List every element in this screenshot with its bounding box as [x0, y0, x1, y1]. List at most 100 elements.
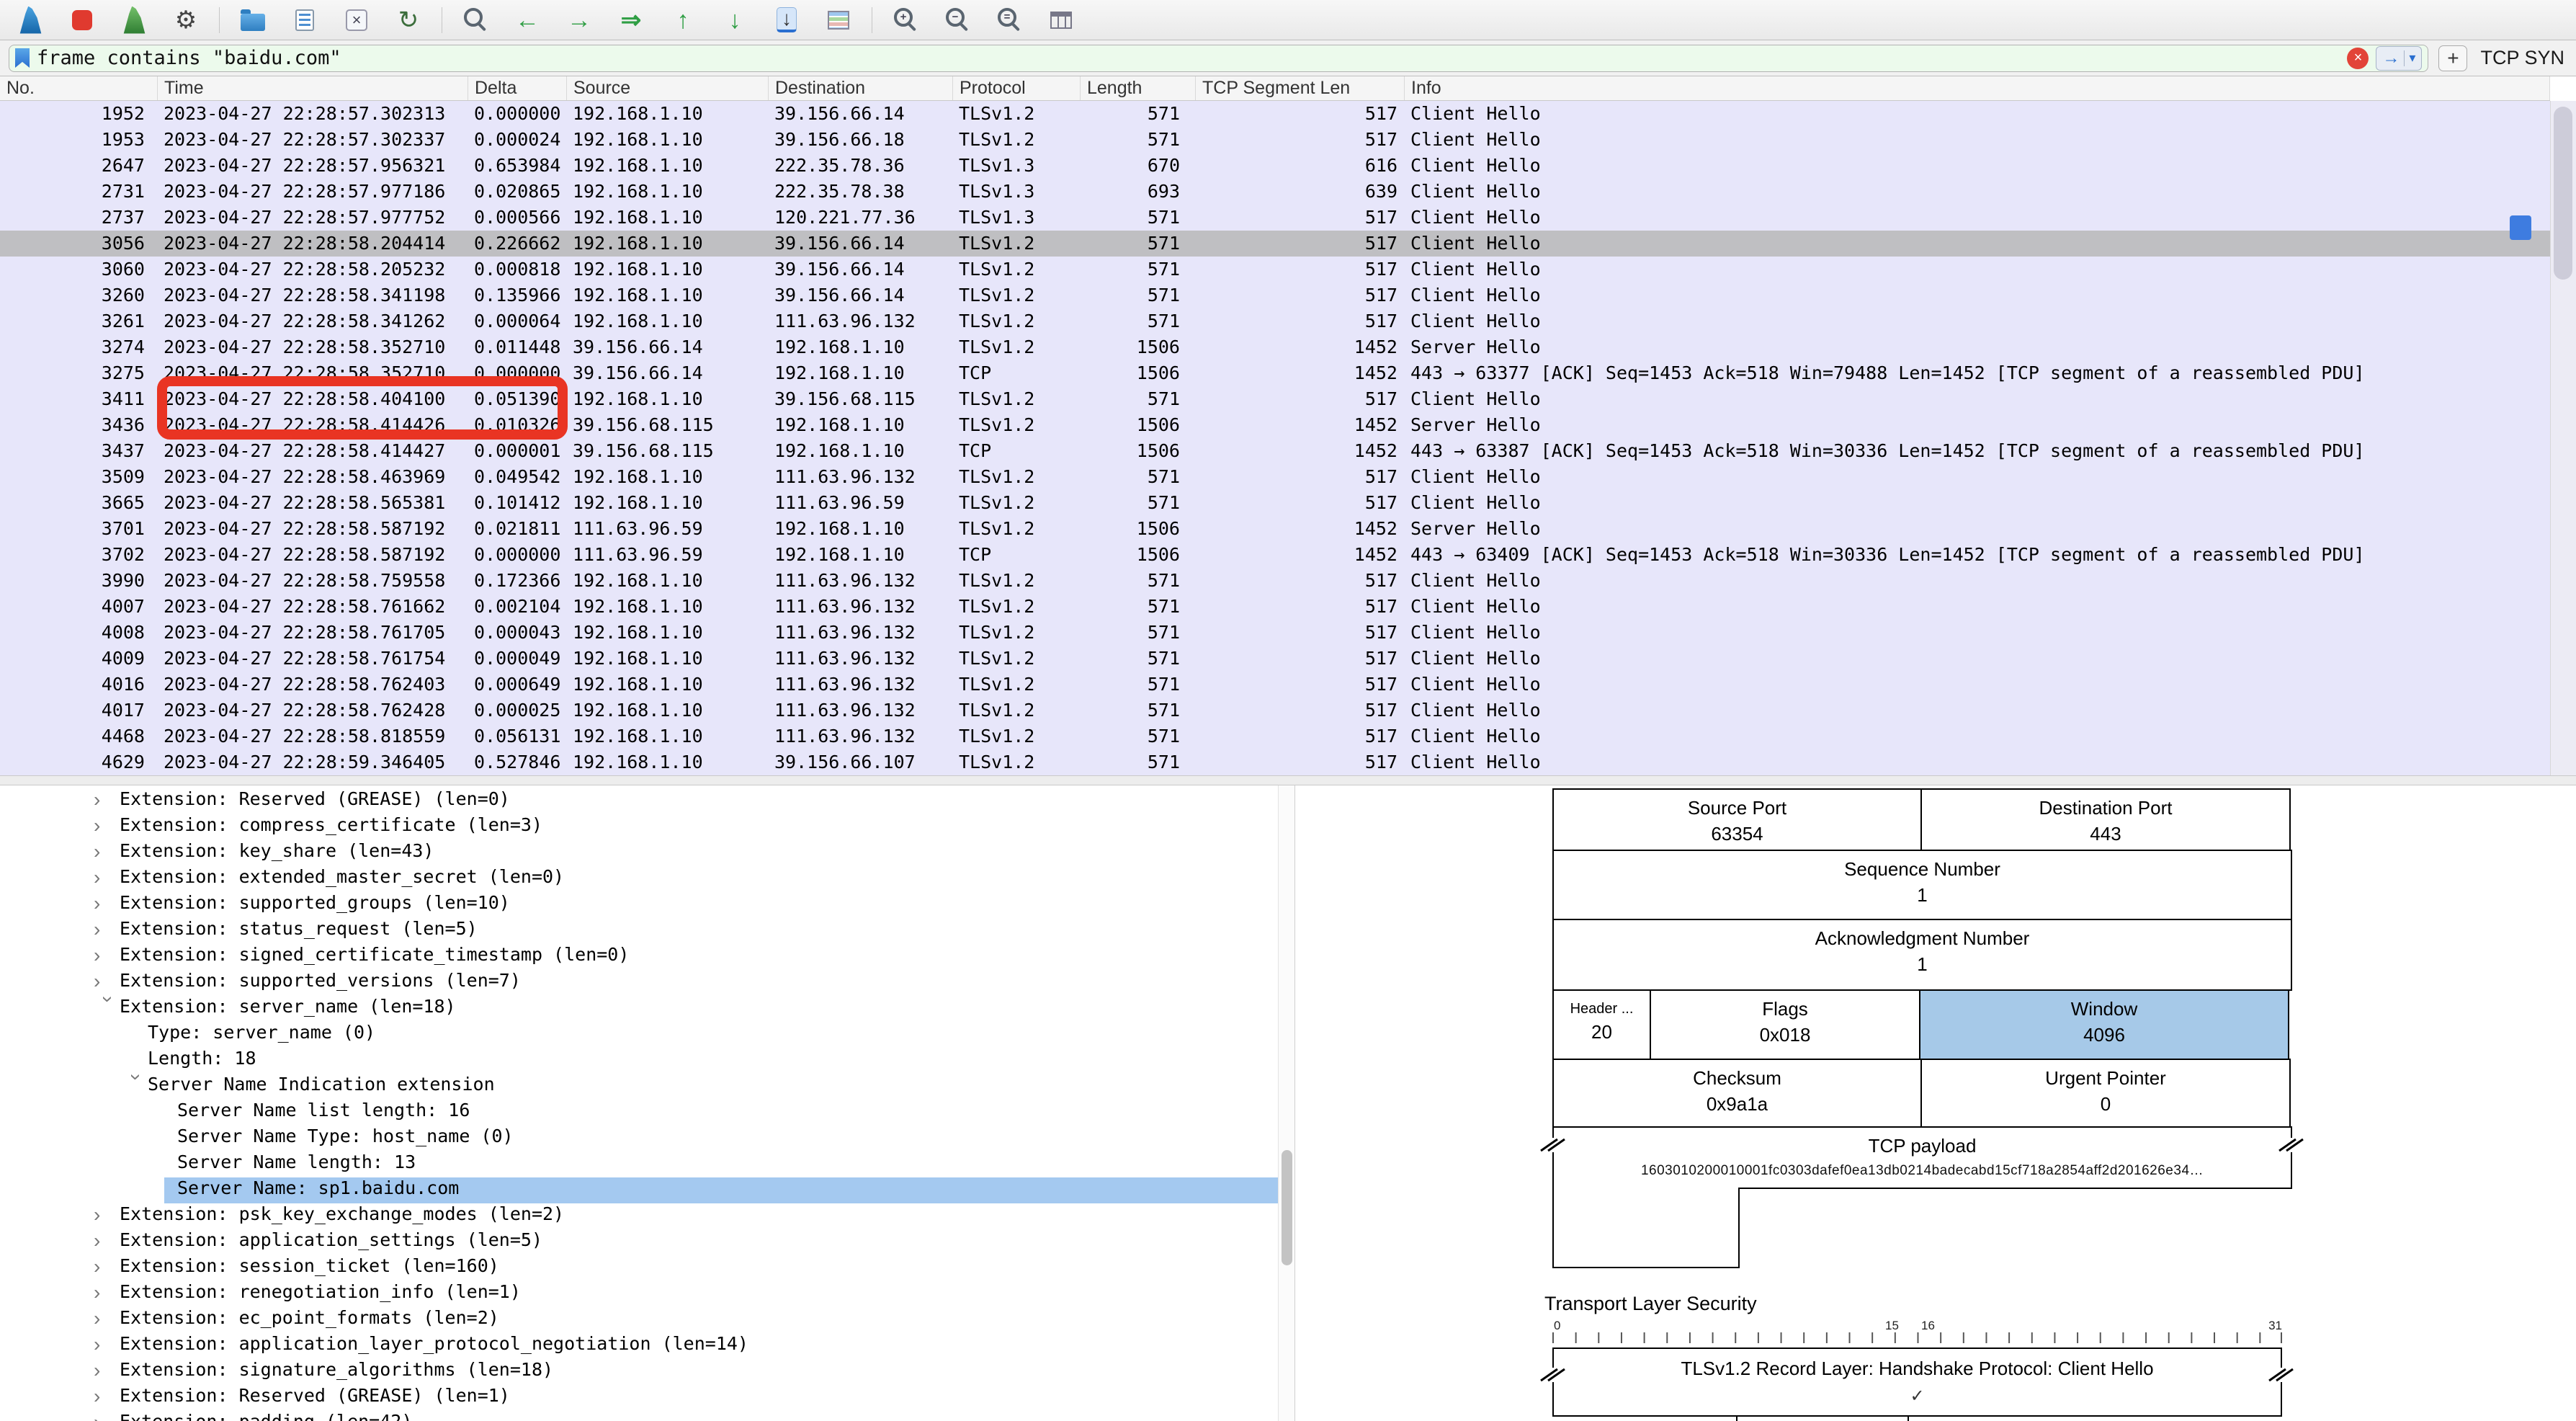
expand-arrow-icon[interactable]: › — [94, 1333, 120, 1359]
packet-row-3702[interactable]: 37022023-04-27 22:28:58.5871920.00000011… — [0, 542, 2550, 568]
go-first-button[interactable]: ↑ — [660, 2, 706, 38]
expand-arrow-icon[interactable]: › — [94, 1255, 120, 1281]
packet-row-4468[interactable]: 44682023-04-27 22:28:58.8185590.05613119… — [0, 723, 2550, 749]
filter-bookmark-icon[interactable] — [15, 48, 30, 68]
packet-row-3261[interactable]: 32612023-04-27 22:28:58.3412620.00006419… — [0, 308, 2550, 334]
packet-list-scrollbar[interactable] — [2550, 101, 2576, 775]
filter-shortcut-tcp-syn[interactable]: TCP SYN — [2477, 47, 2567, 69]
column-header-no-[interactable]: No. — [0, 76, 158, 100]
tcp-field-urgent-pointer[interactable]: Urgent Pointer0 — [1920, 1059, 2291, 1128]
tree-line[interactable]: Type: server_name (0) — [0, 1022, 1278, 1048]
apply-filter-icon[interactable]: → — [2378, 48, 2404, 68]
tree-line[interactable]: ›Extension: status_request (len=5) — [0, 918, 1278, 944]
reload-file-button[interactable]: ↻ — [385, 2, 431, 38]
scroll-position-marker[interactable] — [2510, 215, 2531, 240]
tree-line[interactable]: ›Extension: padding (len=42) — [0, 1411, 1278, 1421]
expand-arrow-icon[interactable]: › — [94, 1359, 120, 1385]
tree-line[interactable]: ›Extension: Reserved (GREASE) (len=1) — [0, 1385, 1278, 1411]
zoom-in-button[interactable]: + — [882, 2, 929, 38]
packet-row-4008[interactable]: 40082023-04-27 22:28:58.7617050.00004319… — [0, 620, 2550, 646]
packet-row-3056[interactable]: 30562023-04-27 22:28:58.2044140.22666219… — [0, 231, 2550, 257]
tree-line[interactable]: Server Name list length: 16 — [0, 1100, 1278, 1126]
zoom-out-button[interactable]: − — [934, 2, 980, 38]
expand-arrow-icon[interactable]: › — [94, 814, 120, 840]
column-header-time[interactable]: Time — [158, 76, 468, 100]
tree-line[interactable]: ›Extension: Reserved (GREASE) (len=0) — [0, 788, 1278, 814]
packet-row-1952[interactable]: 19522023-04-27 22:28:57.3023130.00000019… — [0, 101, 2550, 127]
packet-row-4016[interactable]: 40162023-04-27 22:28:58.7624030.00064919… — [0, 672, 2550, 698]
packet-row-2737[interactable]: 27372023-04-27 22:28:57.9777520.00056619… — [0, 205, 2550, 231]
column-header-protocol[interactable]: Protocol — [953, 76, 1081, 100]
expand-arrow-icon[interactable]: › — [94, 1385, 120, 1411]
tree-line[interactable]: ›Extension: signature_algorithms (len=18… — [0, 1359, 1278, 1385]
expand-arrow-icon[interactable]: › — [94, 1229, 120, 1255]
close-file-button[interactable]: × — [334, 2, 380, 38]
tree-line[interactable]: ›Server Name Indication extension — [0, 1074, 1278, 1100]
clear-filter-button[interactable]: × — [2347, 48, 2369, 69]
find-packet-button[interactable] — [452, 2, 498, 38]
column-header-source[interactable]: Source — [567, 76, 769, 100]
colorize-button[interactable] — [815, 2, 862, 38]
expand-arrow-icon[interactable]: › — [94, 1203, 120, 1229]
tcp-field-sequence-number[interactable]: Sequence Number1 — [1552, 850, 2292, 920]
tcp-field-destination-port[interactable]: Destination Port443 — [1920, 788, 2291, 851]
tree-line[interactable]: ›Extension: key_share (len=43) — [0, 840, 1278, 866]
start-capture-button[interactable] — [7, 2, 53, 38]
expand-arrow-icon[interactable]: › — [94, 970, 120, 996]
packet-row-3509[interactable]: 35092023-04-27 22:28:58.4639690.04954219… — [0, 464, 2550, 490]
packet-row-3990[interactable]: 39902023-04-27 22:28:58.7595580.17236619… — [0, 568, 2550, 594]
packet-row-2731[interactable]: 27312023-04-27 22:28:57.9771860.02086519… — [0, 179, 2550, 205]
tcp-field-source-port[interactable]: Source Port63354 — [1552, 788, 1922, 851]
packet-row-4007[interactable]: 40072023-04-27 22:28:58.7616620.00210419… — [0, 594, 2550, 620]
filter-history-dropdown-icon[interactable]: ▾ — [2405, 50, 2420, 66]
tree-line[interactable]: Server Name length: 13 — [0, 1152, 1278, 1177]
tree-line[interactable]: ›Extension: psk_key_exchange_modes (len=… — [0, 1203, 1278, 1229]
packet-row-3665[interactable]: 36652023-04-27 22:28:58.5653810.10141219… — [0, 490, 2550, 516]
tls-record-field[interactable]: TLSv1.2 Record Layer: Handshake Protocol… — [1552, 1348, 2282, 1417]
packet-list-scrollbar-thumb[interactable] — [2554, 107, 2572, 280]
packet-row-3060[interactable]: 30602023-04-27 22:28:58.2052320.00081819… — [0, 257, 2550, 282]
go-to-packet-button[interactable]: ⇒ — [608, 2, 654, 38]
expand-arrow-icon[interactable]: › — [94, 788, 120, 814]
tree-line[interactable]: ›Extension: renegotiation_info (len=1) — [0, 1281, 1278, 1307]
filter-text[interactable]: frame contains "baidu.com" — [37, 47, 2340, 69]
packet-row-3260[interactable]: 32602023-04-27 22:28:58.3411980.13596619… — [0, 282, 2550, 308]
zoom-reset-button[interactable]: = — [986, 2, 1032, 38]
detail-pane-scrollbar-thumb[interactable] — [1282, 1150, 1292, 1265]
tree-line[interactable]: ›Extension: extended_master_secret (len=… — [0, 866, 1278, 892]
column-header-length[interactable]: Length — [1081, 76, 1196, 100]
packet-row-4017[interactable]: 40172023-04-27 22:28:58.7624280.00002519… — [0, 698, 2550, 723]
tree-line[interactable]: ›Extension: application_layer_protocol_n… — [0, 1333, 1278, 1359]
tree-line[interactable]: Server Name Type: host_name (0) — [0, 1126, 1278, 1152]
expand-arrow-icon[interactable]: › — [94, 866, 120, 892]
tree-line[interactable]: ›Extension: supported_versions (len=7) — [0, 970, 1278, 996]
tree-line[interactable]: ›Extension: session_ticket (len=160) — [0, 1255, 1278, 1281]
auto-scroll-button[interactable]: ↓ — [764, 2, 810, 38]
tree-line[interactable]: ›Extension: application_settings (len=5) — [0, 1229, 1278, 1255]
tcp-field-window[interactable]: Window4096 — [1919, 989, 2289, 1060]
detail-pane-scrollbar[interactable] — [1278, 785, 1294, 1421]
expand-arrow-icon[interactable]: › — [94, 892, 120, 918]
expand-arrow-icon[interactable]: › — [94, 1307, 120, 1333]
column-header-delta[interactable]: Delta — [468, 76, 567, 100]
collapse-arrow-icon[interactable]: › — [122, 1074, 148, 1100]
stop-capture-button[interactable] — [59, 2, 105, 38]
tree-line[interactable]: Length: 18 — [0, 1048, 1278, 1074]
expand-arrow-icon[interactable]: › — [94, 944, 120, 970]
packet-row-3411[interactable]: 34112023-04-27 22:28:58.4041000.05139019… — [0, 386, 2550, 412]
collapse-arrow-icon[interactable]: › — [94, 996, 120, 1022]
column-header-destination[interactable]: Destination — [769, 76, 953, 100]
packet-row-2647[interactable]: 26472023-04-27 22:28:57.9563210.65398419… — [0, 153, 2550, 179]
tree-line[interactable]: Server Name: sp1.baidu.com — [0, 1177, 1278, 1203]
expand-arrow-icon[interactable]: › — [94, 1411, 120, 1421]
packet-row-3274[interactable]: 32742023-04-27 22:28:58.3527100.01144839… — [0, 334, 2550, 360]
tcp-field-header-[interactable]: Header ...20 — [1552, 989, 1651, 1060]
tree-line[interactable]: ›Extension: compress_certificate (len=3) — [0, 814, 1278, 840]
expand-arrow-icon[interactable]: › — [94, 840, 120, 866]
tcp-field-checksum[interactable]: Checksum0x9a1a — [1552, 1059, 1922, 1128]
save-file-button[interactable] — [282, 2, 328, 38]
expand-arrow-icon[interactable]: › — [94, 1281, 120, 1307]
go-last-button[interactable]: ↓ — [712, 2, 758, 38]
expand-arrow-icon[interactable]: › — [94, 918, 120, 944]
tree-line[interactable]: ›Extension: supported_groups (len=10) — [0, 892, 1278, 918]
